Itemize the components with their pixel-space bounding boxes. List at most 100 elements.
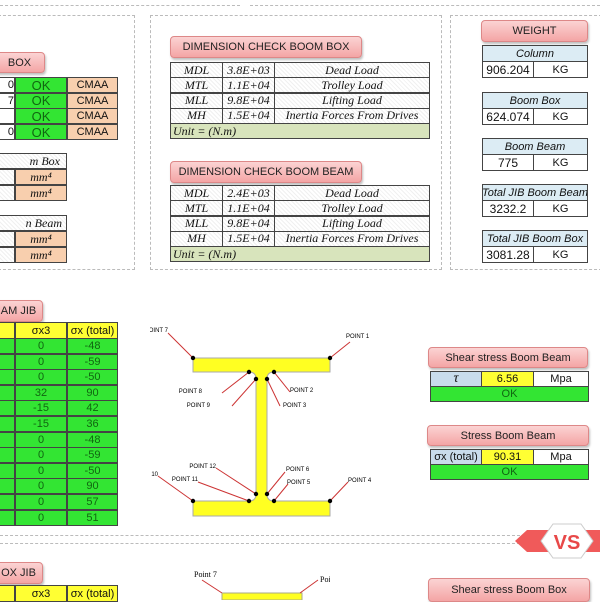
shear-stress-boom-box-button[interactable]: Shear stress Boom Box xyxy=(428,578,590,602)
sx3-cell: 0 xyxy=(15,462,67,479)
leader-line xyxy=(329,481,349,502)
stress-box-jib-button[interactable]: OX JIB xyxy=(0,562,43,584)
load-description: Inertia Forces From Drives xyxy=(274,107,430,124)
weight-unit: KG xyxy=(533,61,588,78)
moment-value: 1.5E+04 xyxy=(222,107,275,124)
point-marker xyxy=(190,498,196,504)
table-cell xyxy=(0,509,15,526)
box-check-button[interactable]: BOX xyxy=(0,52,45,73)
load-description: Trolley Load xyxy=(274,77,430,94)
divider xyxy=(0,543,520,544)
sx-total-cell: -50 xyxy=(67,369,118,386)
status-badge: OK xyxy=(15,108,67,125)
sx3-cell: 32 xyxy=(15,384,67,401)
unit-cell: mm⁴ xyxy=(15,169,67,185)
sx-total-cell: 90 xyxy=(67,478,118,495)
weight-value: 775 xyxy=(482,154,534,171)
cell xyxy=(0,185,15,201)
point-label: POINT 8 xyxy=(179,389,203,395)
standard-cell: CMAA xyxy=(67,92,118,109)
standard-cell: CMAA xyxy=(67,77,118,93)
leader-line xyxy=(221,371,250,394)
header-cell: σx3 xyxy=(15,322,67,339)
table-cell xyxy=(0,400,15,417)
vs-label: VS xyxy=(554,532,581,554)
weight-label: Boom Beam xyxy=(482,138,588,155)
dimension-check-boom-beam-button[interactable]: DIMENSION CHECK BOOM BEAM xyxy=(170,161,362,183)
leader-line xyxy=(266,378,281,407)
leader-line xyxy=(167,332,194,359)
status-badge: OK xyxy=(15,77,67,93)
cell xyxy=(0,169,15,185)
weight-value: 906.204 xyxy=(482,61,534,78)
point-marker xyxy=(271,369,277,375)
button-label: DIMENSION CHECK BOOM BEAM xyxy=(178,166,354,178)
stress-boom-beam-button[interactable]: Stress Boom Beam xyxy=(427,425,589,446)
unit: Mpa xyxy=(533,371,589,387)
table-cell xyxy=(0,369,15,386)
point-marker xyxy=(190,355,196,361)
header-cell: σx (total) xyxy=(67,322,118,339)
leader-line xyxy=(201,579,223,594)
sigma-label: σx (total) xyxy=(430,449,482,465)
moment-value: 2.4E+03 xyxy=(222,185,275,201)
value-cell: 0 xyxy=(0,124,15,141)
sx-total-cell: 90 xyxy=(67,384,118,401)
moment-symbol: MH xyxy=(170,107,223,124)
i-beam-diagram: POINT 1 POINT 2 POINT 3 POINT 4 POINT 5 POINT… xyxy=(150,328,372,517)
sx-total-cell: -48 xyxy=(67,338,118,354)
load-description: Inertia Forces From Drives xyxy=(274,230,430,247)
weight-button[interactable]: WEIGHT xyxy=(481,20,588,42)
sx-total-cell: 42 xyxy=(67,400,118,417)
point-label: POINT 10 xyxy=(150,472,159,478)
table-cell xyxy=(0,338,15,354)
moment-symbol: MTL xyxy=(170,200,223,217)
leader-line xyxy=(273,483,289,502)
sx3-cell: 0 xyxy=(15,369,67,386)
sx3-cell: 0 xyxy=(15,447,67,464)
moment-value: 9.8E+04 xyxy=(222,92,275,109)
sx-total-cell: 57 xyxy=(67,494,118,510)
point-label: Point 7 xyxy=(194,570,217,579)
cell xyxy=(0,231,15,247)
vs-ribbon: VS xyxy=(515,523,600,559)
point-label: POINT 9 xyxy=(187,403,211,409)
load-description: Dead Load xyxy=(274,185,430,201)
shear-stress-boom-beam-button[interactable]: Shear stress Boom Beam xyxy=(428,347,588,368)
point-label: POINT 2 xyxy=(290,388,314,394)
dimension-check-boom-box-button[interactable]: DIMENSION CHECK BOOM BOX xyxy=(170,36,362,58)
moment-value: 1.1E+04 xyxy=(222,77,275,94)
sx-total-cell: -59 xyxy=(67,447,118,464)
leader-line xyxy=(215,467,257,495)
sx3-cell: 0 xyxy=(15,494,67,510)
point-label: POINT 12 xyxy=(189,464,216,470)
unit-cell: mm⁴ xyxy=(15,247,67,263)
inertia-beam-header: n Beam xyxy=(0,215,67,231)
button-label: Shear stress Boom Beam xyxy=(445,351,571,364)
moment-symbol: MH xyxy=(170,230,223,247)
table-cell xyxy=(0,384,15,401)
table-cell xyxy=(0,462,15,479)
load-description: Trolley Load xyxy=(274,200,430,217)
table-cell xyxy=(0,416,15,432)
point-label: POINT 4 xyxy=(348,478,372,484)
flange-shape xyxy=(221,592,303,600)
point-marker xyxy=(327,355,333,361)
unit-cell: mm⁴ xyxy=(15,185,67,201)
standard-cell: CMAA xyxy=(67,108,118,125)
table-cell xyxy=(0,447,15,464)
weight-label: Total JIB Boom Beam xyxy=(482,184,588,201)
stress-beam-jib-button[interactable]: AM JIB xyxy=(0,300,43,322)
moment-value: 1.5E+04 xyxy=(222,230,275,247)
status-badge: OK xyxy=(430,386,589,402)
unit-cell: mm⁴ xyxy=(15,231,67,247)
value-cell: 7 xyxy=(0,92,15,109)
point-marker xyxy=(246,498,252,504)
moment-value: 9.8E+04 xyxy=(222,215,275,232)
value-cell: 0 xyxy=(0,77,15,93)
button-label: Stress Boom Beam xyxy=(460,429,556,442)
point-label: POINT 3 xyxy=(283,403,307,409)
load-description: Lifting Load xyxy=(274,215,430,232)
shear-value: 6.56 xyxy=(481,371,534,387)
point-marker xyxy=(246,369,252,375)
